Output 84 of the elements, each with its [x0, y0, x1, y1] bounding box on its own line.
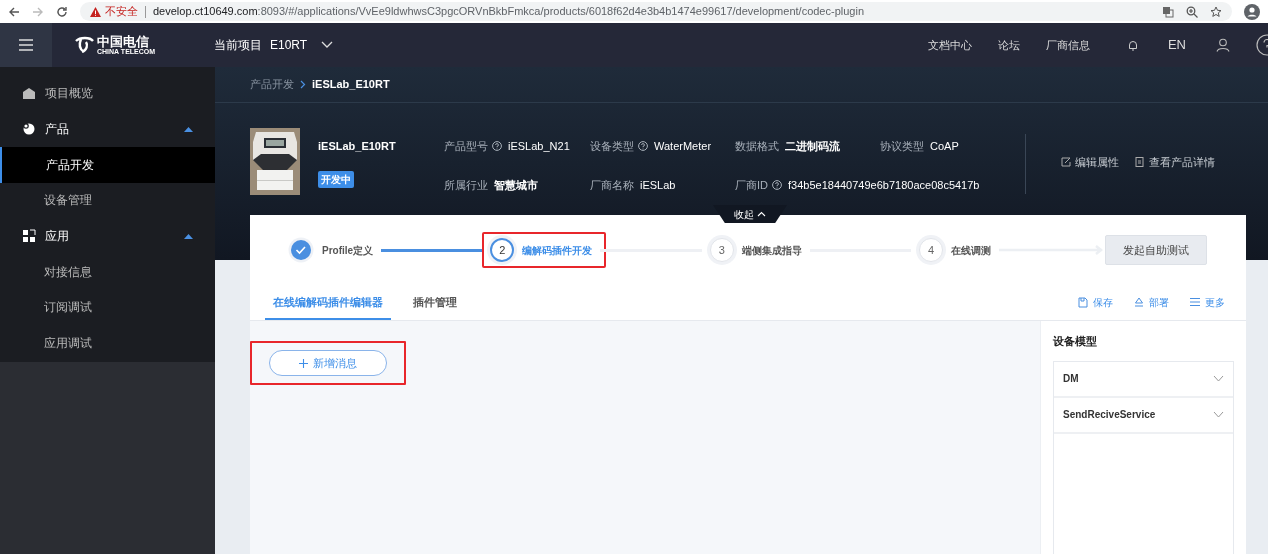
project-selector[interactable]: 当前项目 E10RT: [214, 36, 334, 54]
sidebar-subitem[interactable]: 订阅调试: [0, 289, 215, 325]
field-label: 数据格式: [735, 139, 779, 154]
product-action-link[interactable]: 编辑属性: [1061, 154, 1119, 171]
step-label: 在线调测: [951, 243, 991, 258]
field-label: 所属行业: [444, 177, 488, 193]
field-value: iESLab: [640, 177, 676, 193]
field-label: 协议类型: [880, 139, 924, 154]
step-label: Profile定义: [322, 243, 374, 258]
sidebar-item[interactable]: 产品: [0, 111, 215, 147]
menu-button[interactable]: [0, 23, 52, 67]
translate-icon[interactable]: [1162, 5, 1174, 18]
caret-up-icon: [184, 233, 193, 239]
field-label: 产品型号: [444, 139, 488, 154]
logo-text: 中国电信: [97, 35, 150, 48]
warning-icon: [90, 6, 101, 17]
field-value: WaterMeter: [654, 139, 712, 154]
address-bar[interactable]: 不安全 develop.ct10649.com:8093/#/applications/VvEe9ldwhwsC3pgcORVnBkbFmkca/products/6018f62d4e3b4b1474e99617/development/codec-plugin: [80, 2, 1232, 21]
step-number: 2: [490, 238, 515, 262]
reload-icon[interactable]: [56, 5, 68, 18]
field-label: 厂商名称: [590, 177, 634, 193]
panel-title: 设备模型: [1053, 334, 1098, 349]
product-action-link[interactable]: 查看产品详情: [1135, 154, 1215, 171]
nav-link[interactable]: 厂商信息: [1045, 36, 1090, 54]
chevron-up-icon: [757, 211, 766, 217]
breadcrumb-item: iESLab_E10RT: [312, 77, 390, 93]
start-test-button[interactable]: 发起自助测试: [1105, 235, 1207, 265]
sidebar-subitem[interactable]: 对接信息: [0, 254, 215, 290]
nav-link[interactable]: 文档中心: [927, 36, 972, 54]
sidebar-item[interactable]: 应用: [0, 218, 215, 254]
menu-icon: [1190, 297, 1200, 308]
field-label: 厂商ID: [735, 177, 768, 193]
toolbar-button[interactable]: 更多: [1190, 285, 1225, 320]
step-label: 编解码插件开发: [522, 243, 593, 258]
tab[interactable]: 插件管理: [405, 285, 465, 320]
collapse-tab[interactable]: 收起: [713, 205, 787, 223]
toolbar-button[interactable]: 部署: [1134, 285, 1169, 320]
menu-icon: [19, 39, 33, 51]
sidebar-item[interactable]: 项目概览: [0, 75, 215, 111]
account-icon[interactable]: [1244, 3, 1260, 20]
security-label: 不安全: [105, 4, 138, 20]
arrow-icon: [999, 245, 1105, 255]
document-icon: [1135, 157, 1145, 168]
save-icon: [1078, 297, 1088, 308]
status-badge: 开发中: [318, 170, 354, 188]
help-icon[interactable]: [1256, 34, 1268, 56]
star-icon[interactable]: [1210, 5, 1222, 18]
accordion-item[interactable]: SendReciveService: [1054, 397, 1233, 434]
toolbar-button[interactable]: 保存: [1078, 285, 1113, 320]
field-value: f34b5e18440749e6b7180ace08c5417b: [788, 177, 980, 193]
breadcrumb-item[interactable]: 产品开发: [250, 76, 294, 93]
house-icon: [22, 86, 36, 100]
chevron-down-icon: [1213, 375, 1224, 382]
add-message-button[interactable]: 新增消息: [269, 350, 387, 376]
language-button[interactable]: EN: [1167, 35, 1186, 55]
zoom-icon[interactable]: [1186, 5, 1198, 18]
caret-up-icon: [184, 126, 193, 132]
user-icon[interactable]: [1216, 38, 1230, 52]
sidebar-subitem[interactable]: 产品开发: [0, 147, 215, 183]
step-label: 端侧集成指导: [741, 243, 802, 258]
url-text: develop.ct10649.com:8093/#/applications/VvEe9ldwhwsC3pgcORVnBkbFmkca/products/6018f62d4e3b4b1474e99617/development/codec-plugin: [153, 4, 864, 20]
grid-icon: [22, 229, 36, 243]
sidebar-subitem[interactable]: 应用调试: [0, 325, 215, 361]
upload-icon: [1134, 297, 1144, 308]
step-number: 3: [709, 238, 734, 262]
field-value: iESLab_N21: [508, 139, 570, 154]
chevron-right-icon: [300, 80, 306, 89]
edit-icon: [1061, 157, 1071, 168]
bell-icon[interactable]: [1127, 39, 1138, 51]
back-icon[interactable]: [8, 5, 20, 18]
plus-icon: [299, 358, 308, 368]
field-value: CoAP: [930, 139, 959, 154]
product-name: iESLab_E10RT: [318, 139, 397, 154]
step-number: 4: [919, 238, 943, 262]
product-icon: [22, 122, 36, 136]
accordion-item[interactable]: DM: [1054, 361, 1233, 398]
chevron-down-icon: [1213, 411, 1224, 418]
field-label: 设备类型: [590, 139, 634, 154]
logo-icon: [74, 36, 94, 54]
field-value: 二进制码流: [785, 139, 840, 154]
chevron-down-icon: [321, 41, 334, 49]
sidebar-subitem[interactable]: 设备管理: [0, 182, 215, 218]
field-value: 智慧城市: [494, 177, 538, 193]
nav-link[interactable]: 论坛: [997, 36, 1020, 54]
